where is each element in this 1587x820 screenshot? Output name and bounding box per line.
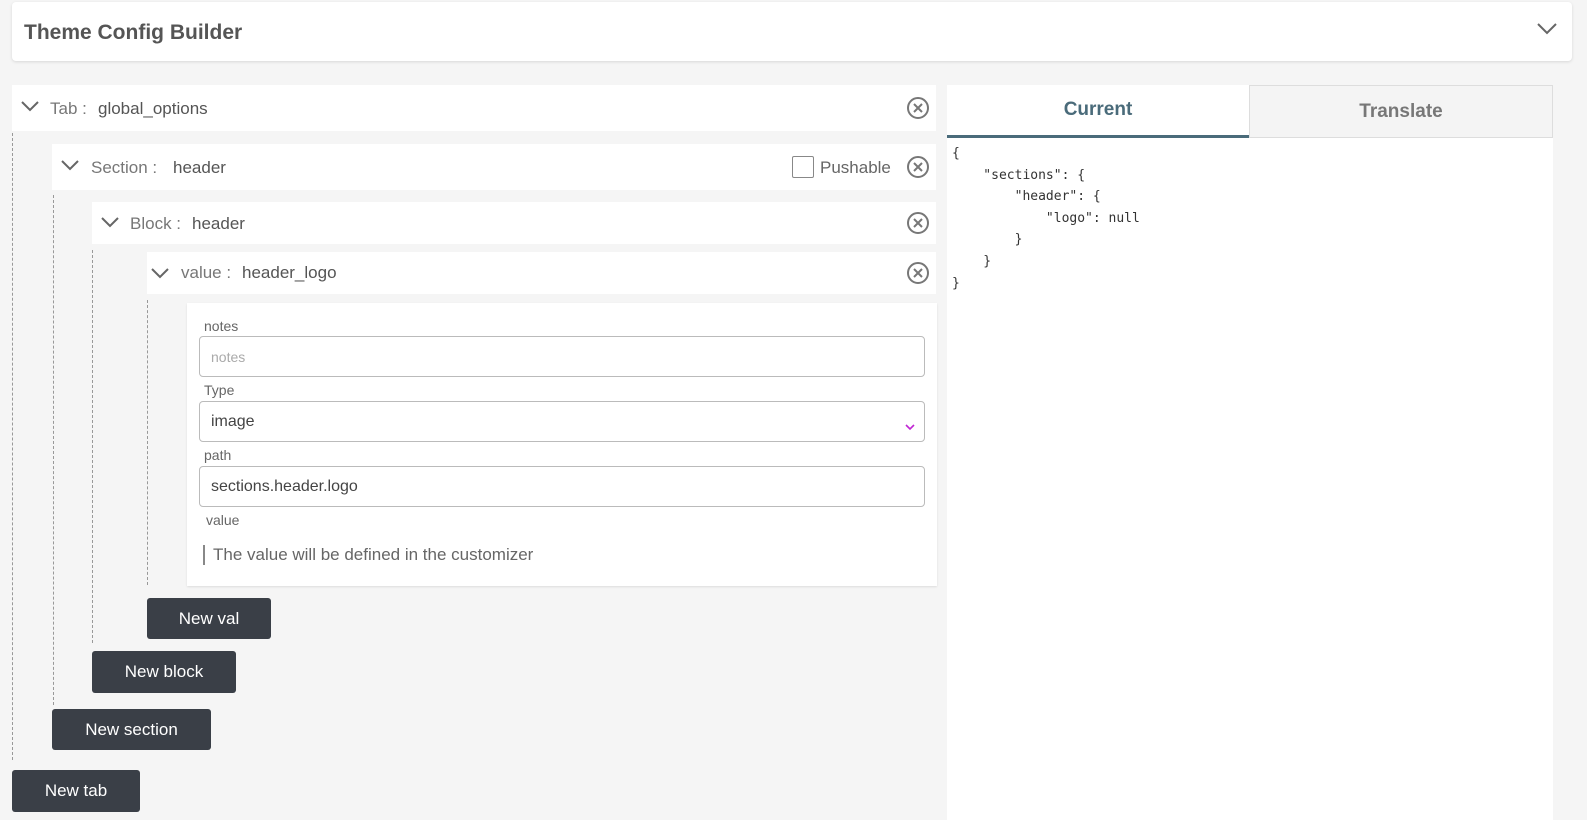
path-input[interactable]: sections.header.logo [199, 466, 925, 507]
chevron-down-icon[interactable] [100, 215, 120, 234]
close-icon[interactable] [907, 156, 929, 178]
chevron-down-icon[interactable] [150, 266, 170, 285]
chevron-down-icon[interactable] [20, 99, 40, 118]
path-label: path [204, 447, 232, 463]
section-name: header [173, 158, 226, 177]
block-label: Block : [130, 214, 182, 233]
value-field-label: value [206, 512, 240, 528]
preview-panel: Current Translate { "sections": { "heade… [947, 85, 1553, 820]
section-row: Section : header Pushable [52, 144, 936, 190]
block-row: Block : header [92, 202, 936, 244]
section-tree-line [53, 195, 54, 705]
value-note: The value will be defined in the customi… [203, 545, 533, 565]
new-section-button[interactable]: New section [52, 709, 211, 750]
close-icon[interactable] [907, 262, 929, 284]
new-block-button[interactable]: New block [92, 651, 236, 693]
block-tree-line [92, 250, 93, 643]
chevron-down-icon[interactable] [1536, 22, 1558, 41]
tab-tree-line [12, 133, 13, 760]
section-label: Section : [91, 158, 158, 177]
value-row: value : header_logo [147, 252, 936, 294]
block-name: header [192, 214, 245, 233]
chevron-down-icon [905, 418, 915, 436]
value-tree-line [147, 300, 148, 585]
tab-name: global_options [98, 99, 208, 118]
tab-row: Tab : global_options [12, 85, 936, 131]
theme-config-builder-header: Theme Config Builder [12, 2, 1572, 61]
new-val-button[interactable]: New val [147, 598, 271, 639]
tab-current[interactable]: Current [947, 85, 1249, 138]
type-label: Type [204, 382, 235, 398]
value-label: value : [181, 263, 232, 282]
value-name: header_logo [242, 263, 337, 282]
close-icon[interactable] [907, 97, 929, 119]
value-form: notes notes Type image path sections.hea… [187, 303, 937, 586]
pushable-label: Pushable [820, 158, 891, 177]
tab-label: Tab : [50, 99, 87, 118]
json-preview: { "sections": { "header": { "logo": null… [952, 146, 1140, 291]
tab-translate[interactable]: Translate [1249, 85, 1553, 138]
type-select[interactable]: image [199, 401, 925, 442]
new-tab-button[interactable]: New tab [12, 770, 140, 812]
pushable-checkbox[interactable] [792, 156, 814, 178]
page-title: Theme Config Builder [24, 21, 243, 44]
close-icon[interactable] [907, 212, 929, 234]
notes-input[interactable]: notes [199, 336, 925, 377]
notes-label: notes [204, 318, 239, 334]
type-select-value: image [211, 412, 255, 430]
chevron-down-icon[interactable] [60, 158, 80, 177]
